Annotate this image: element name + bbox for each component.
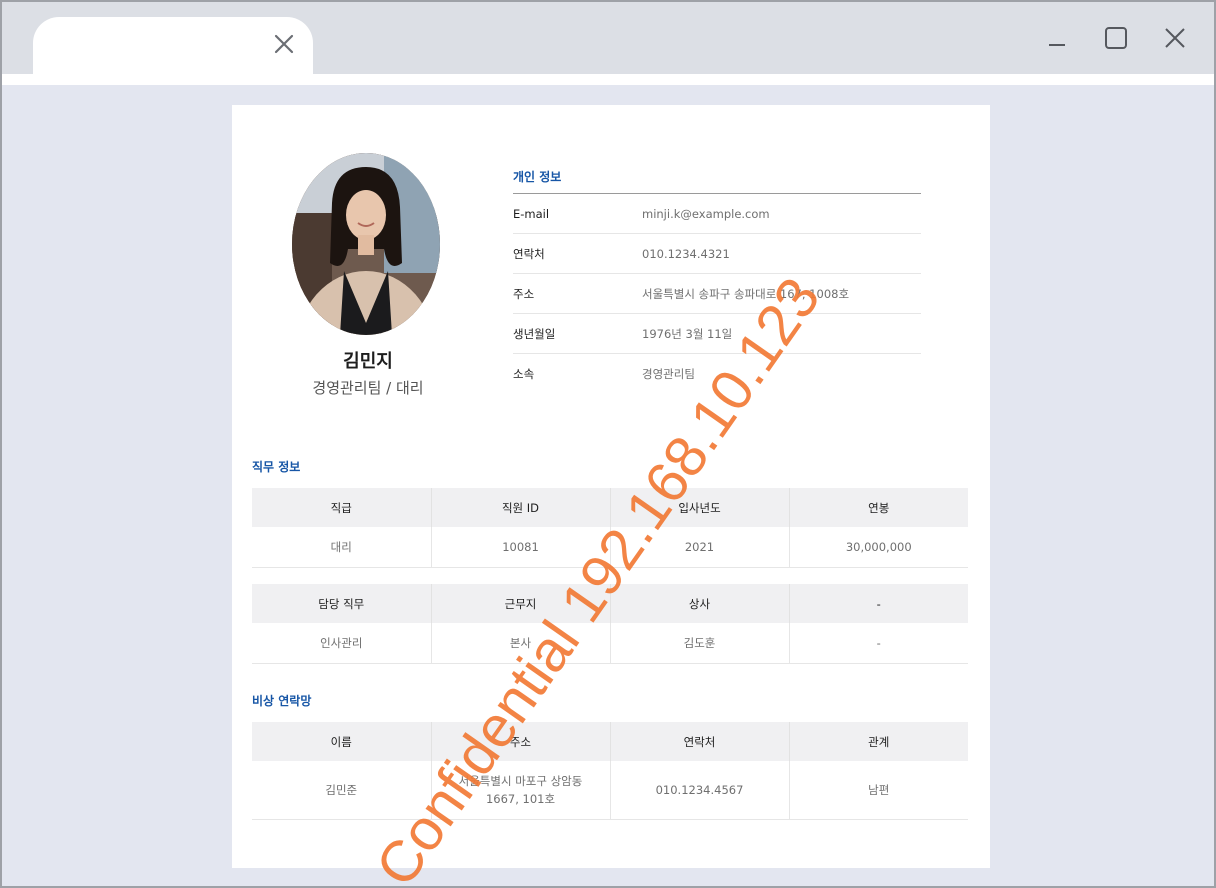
minimize-icon[interactable] [1041, 22, 1073, 54]
table-header-cell: 주소 [431, 722, 611, 761]
table-cell: 30,000,000 [789, 527, 968, 568]
info-value: 서울특별시 송파구 송파대로 167, 1008호 [642, 286, 850, 301]
info-value: minji.k@example.com [642, 206, 770, 221]
employee-role: 경영관리팀 / 대리 [312, 379, 424, 397]
table-header-cell: 직급 [252, 488, 432, 527]
table-header-cell: 입사년도 [610, 488, 790, 527]
table-header-cell: 담당 직무 [252, 584, 432, 623]
personal-info-title: 개인 정보 [513, 170, 562, 184]
employee-card: 김민지 경영관리팀 / 대리 개인 정보 E-mail minji.k@exam… [232, 105, 990, 868]
table-header-cell: 연봉 [789, 488, 968, 527]
info-label: 생년월일 [513, 326, 556, 341]
table-cell: - [789, 623, 968, 664]
emergency-contact-table: 이름 주소 연락처 관계 김민준 서울특별시 마포구 상암동 1667, 101… [252, 722, 968, 820]
info-label: 연락처 [513, 246, 545, 261]
table-header-cell: 연락처 [610, 722, 790, 761]
table-cell: 김민준 [252, 761, 432, 820]
table-row: 인사관리 본사 김도훈 - [252, 623, 968, 664]
table-header-cell: 근무지 [431, 584, 611, 623]
table-row: 대리 10081 2021 30,000,000 [252, 527, 968, 568]
info-value: 1976년 3월 11일 [642, 326, 733, 341]
table-header-cell: - [789, 584, 968, 623]
table-cell: 2021 [610, 527, 790, 568]
info-row-birthdate: 생년월일 1976년 3월 11일 [513, 314, 921, 354]
info-row-email: E-mail minji.k@example.com [513, 194, 921, 234]
toolbar-strip [2, 74, 1214, 85]
table-header-cell: 직원 ID [431, 488, 611, 527]
table-cell: 본사 [431, 623, 611, 664]
employee-name: 김민지 [343, 351, 393, 372]
table-header-row: 이름 주소 연락처 관계 [252, 722, 968, 761]
page-viewport: 김민지 경영관리팀 / 대리 개인 정보 E-mail minji.k@exam… [2, 85, 1214, 886]
job-info-table-1: 직급 직원 ID 입사년도 연봉 대리 10081 2021 30,000,00… [252, 488, 968, 568]
job-info-table-2: 담당 직무 근무지 상사 - 인사관리 본사 김도훈 - [252, 584, 968, 664]
table-row: 김민준 서울특별시 마포구 상암동 1667, 101호 010.1234.45… [252, 761, 968, 820]
table-header-cell: 이름 [252, 722, 432, 761]
table-header-cell: 관계 [789, 722, 968, 761]
table-cell: 대리 [252, 527, 432, 568]
table-header-row: 담당 직무 근무지 상사 - [252, 584, 968, 623]
table-cell: 인사관리 [252, 623, 432, 664]
table-cell: 10081 [431, 527, 611, 568]
browser-tab[interactable] [33, 17, 313, 74]
maximize-icon[interactable] [1100, 22, 1132, 54]
info-row-department: 소속 경영관리팀 [513, 354, 921, 394]
info-label: E-mail [513, 206, 550, 221]
job-info-title: 직무 정보 [252, 460, 301, 474]
profile-photo [292, 153, 440, 335]
table-cell: 서울특별시 마포구 상암동 1667, 101호 [431, 761, 611, 820]
emergency-contact-title: 비상 연락망 [252, 694, 312, 708]
table-cell: 남편 [789, 761, 968, 820]
info-row-phone: 연락처 010.1234.4321 [513, 234, 921, 274]
tab-close-icon[interactable] [271, 31, 297, 57]
close-window-icon[interactable] [1159, 22, 1191, 54]
info-label: 주소 [513, 286, 535, 301]
table-cell: 김도훈 [610, 623, 790, 664]
table-cell: 010.1234.4567 [610, 761, 790, 820]
info-label: 소속 [513, 367, 535, 381]
info-row-address: 주소 서울특별시 송파구 송파대로 167, 1008호 [513, 274, 921, 314]
table-header-row: 직급 직원 ID 입사년도 연봉 [252, 488, 968, 527]
info-value: 경영관리팀 [642, 367, 695, 381]
browser-window: 김민지 경영관리팀 / 대리 개인 정보 E-mail minji.k@exam… [0, 0, 1216, 888]
title-bar [2, 2, 1214, 74]
table-header-cell: 상사 [610, 584, 790, 623]
info-value: 010.1234.4321 [642, 246, 730, 261]
